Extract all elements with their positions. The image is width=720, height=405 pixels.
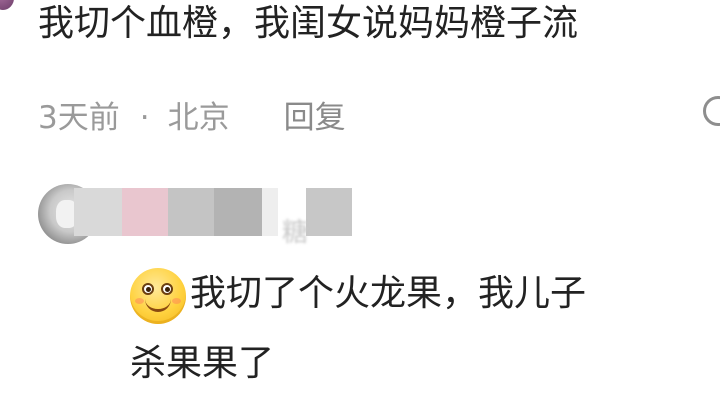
emoji-cheek — [135, 298, 144, 304]
comment-location: 北京 — [167, 100, 230, 136]
reply-button[interactable]: 回复 — [284, 98, 346, 138]
comment-icon[interactable] — [703, 96, 720, 126]
comment-time: 3天前 — [38, 100, 120, 136]
meta-separator: · — [139, 100, 150, 136]
comment-thread: 我切个血橙，我闺女说妈妈橙子流 3天前 · 北京 回复 糖 我切了个火龙果，我儿子 杀… — [0, 0, 720, 405]
emoji-cheek — [172, 298, 181, 304]
commenter-avatar[interactable] — [0, 0, 14, 10]
mosaic-block — [122, 188, 168, 236]
comment-meta: 3天前 · 北京 回复 — [38, 98, 346, 138]
emoji-eye — [142, 283, 154, 295]
mosaic-block — [262, 188, 278, 236]
reply-username-mosaic[interactable] — [74, 188, 354, 236]
mosaic-block — [214, 188, 262, 236]
mosaic-block — [306, 188, 352, 236]
mosaic-block — [74, 188, 122, 236]
smiling-face-emoji-icon — [130, 268, 186, 324]
emoji-mouth — [145, 298, 171, 312]
reply-username-tail: 糖 — [282, 218, 309, 248]
comment-text: 我切个血橙，我闺女说妈妈橙子流 — [38, 3, 579, 44]
reply-text-line1: 我切了个火龙果，我儿子 — [190, 273, 587, 314]
mosaic-block — [168, 188, 214, 236]
emoji-eye — [161, 283, 173, 295]
reply-text-line2: 杀果果了 — [130, 343, 275, 384]
